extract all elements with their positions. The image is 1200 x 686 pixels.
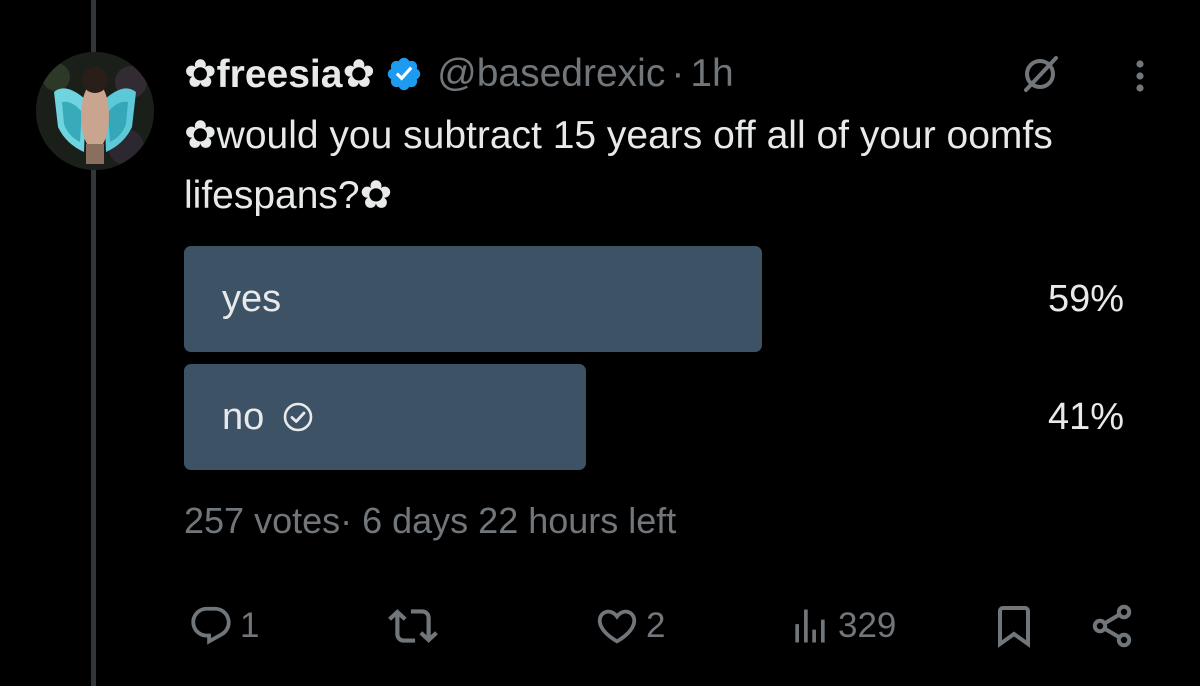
verified-badge-icon	[387, 57, 421, 91]
poll-option-percent: 59%	[1047, 277, 1124, 320]
views-icon	[795, 609, 825, 643]
bookmark-button[interactable]	[990, 596, 1038, 656]
views-count: 329	[838, 606, 897, 645]
grok-icon[interactable]	[1018, 52, 1062, 96]
like-button[interactable]: 2	[594, 596, 665, 656]
like-icon	[597, 609, 637, 644]
action-bar: 1 2 329	[184, 596, 1154, 656]
voted-check-icon	[283, 402, 313, 432]
retweet-icon	[388, 609, 438, 643]
poll-option-yes: yes 59%	[184, 246, 1124, 352]
tweet-text: ✿would you subtract 15 years off all of …	[184, 114, 1053, 217]
like-count: 2	[646, 606, 666, 645]
poll-option-text: no	[222, 395, 265, 438]
retweet-button[interactable]	[388, 596, 444, 656]
reply-count: 1	[240, 606, 260, 645]
timestamp[interactable]: 1h	[690, 52, 733, 96]
poll-option-no: no 41%	[184, 364, 1124, 470]
display-name[interactable]: ✿freesia✿	[184, 52, 375, 97]
views-button[interactable]: 329	[788, 596, 896, 656]
tweet-header: ✿freesia✿ @basedrexic · 1h	[184, 44, 1164, 104]
poll-option-percent: 41%	[1047, 395, 1124, 438]
avatar[interactable]	[36, 52, 154, 170]
reply-button[interactable]: 1	[188, 596, 259, 656]
share-icon	[1092, 604, 1132, 648]
poll-option-label: yes	[222, 246, 281, 352]
handle[interactable]: @basedrexic	[437, 52, 665, 96]
tweet: ✿freesia✿ @basedrexic · 1h ✿would you su…	[184, 44, 1164, 541]
bookmark-icon	[998, 606, 1030, 648]
poll-option-text: yes	[222, 277, 282, 320]
avatar-image	[36, 52, 154, 170]
separator-dot: ·	[671, 52, 685, 95]
poll-option-label: no	[222, 364, 314, 470]
poll: yes 59% no 41%	[184, 246, 1124, 482]
share-button[interactable]	[1088, 596, 1136, 656]
reply-icon	[191, 606, 231, 645]
more-vertical-icon[interactable]	[1122, 56, 1158, 96]
poll-meta: 257 votes· 6 days 22 hours left	[184, 500, 677, 541]
